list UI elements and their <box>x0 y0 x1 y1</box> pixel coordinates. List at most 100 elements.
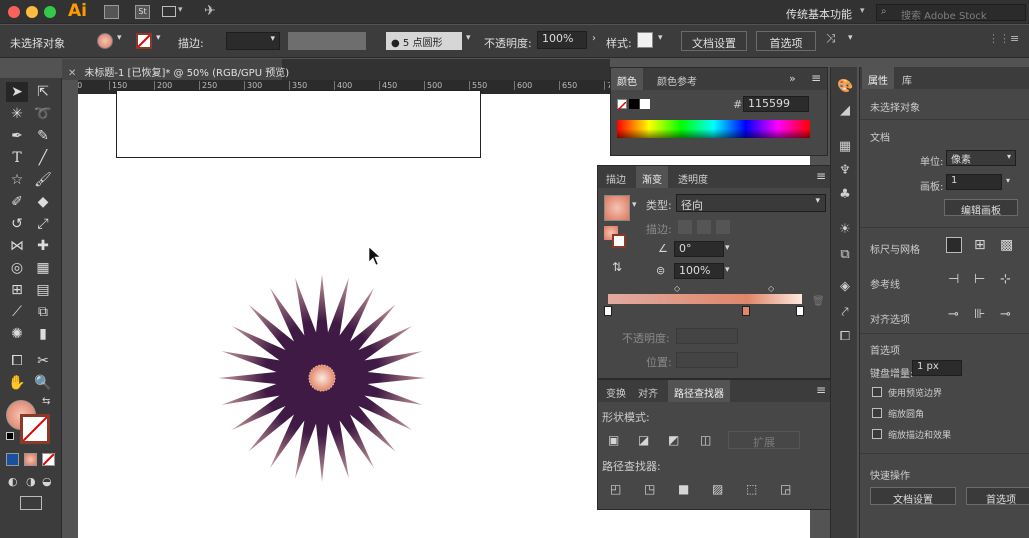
export-icon[interactable]: ⤤ <box>837 305 853 321</box>
default-fill-stroke-icon[interactable] <box>6 432 14 440</box>
gradient-stop[interactable] <box>604 306 612 316</box>
artboards-icon[interactable]: ⧠ <box>837 329 853 345</box>
swap-fill-stroke-icon[interactable]: ⇆ <box>42 396 50 407</box>
hand-tool-icon[interactable]: ✋ <box>6 373 28 393</box>
tab-transparency[interactable]: 透明度 <box>672 166 714 188</box>
show-rulers-icon[interactable] <box>946 237 962 253</box>
delete-stop-icon[interactable]: 🗑 <box>812 296 825 307</box>
scale-tool-icon[interactable]: ⤢ <box>32 214 54 234</box>
hex-input[interactable]: 115599 <box>743 96 809 112</box>
gradient-type-dropdown[interactable]: 径向 ▾ <box>676 194 826 212</box>
gradient-fill-swatch[interactable] <box>604 195 630 221</box>
artboard-tool-icon[interactable]: ⧠ <box>6 351 28 371</box>
color-guide-icon[interactable]: ◢ <box>837 103 853 119</box>
show-guides-icon[interactable]: ⊣ <box>948 272 959 287</box>
document-info-icon[interactable]: ⧉ <box>837 247 853 263</box>
symbols-icon[interactable]: ♣ <box>837 187 853 203</box>
chevron-down-icon[interactable]: ▾ <box>156 33 161 43</box>
none-mode-icon[interactable] <box>42 453 55 466</box>
brush-definition-dropdown[interactable]: ● 5 点圆形 <box>386 32 462 50</box>
tab-color[interactable]: 颜色 <box>611 68 643 90</box>
stroke-sun-icon[interactable]: ☀ <box>837 222 853 238</box>
bridge-icon[interactable] <box>104 5 119 19</box>
snap-glyph-icon[interactable]: ⊸ <box>1000 307 1011 322</box>
show-grid-icon[interactable]: ⊞ <box>974 237 986 253</box>
stock-icon[interactable]: St <box>135 5 150 19</box>
shape-builder-tool-icon[interactable]: ◎ <box>6 258 28 278</box>
line-segment-tool-icon[interactable]: ╱ <box>32 148 54 168</box>
stroke-color-swatch[interactable] <box>136 33 152 49</box>
snap-point-icon[interactable]: ⊸ <box>948 307 959 322</box>
artboard-field[interactable]: 1 <box>946 174 1002 190</box>
draw-behind-icon[interactable]: ◑ <box>26 475 36 488</box>
black-swatch[interactable] <box>629 99 639 109</box>
zoom-window-button[interactable] <box>44 6 56 18</box>
tab-pathfinder[interactable]: 路径查找器 <box>668 380 730 402</box>
brushes-icon[interactable]: ♆ <box>837 163 853 179</box>
scale-strokes-checkbox[interactable] <box>872 429 882 439</box>
minus-back-icon[interactable]: ◲ <box>780 482 791 496</box>
crop-icon[interactable]: ▨ <box>712 482 723 496</box>
smart-guides-icon[interactable]: ⊹ <box>1000 272 1011 287</box>
column-graph-tool-icon[interactable]: ▮ <box>32 324 54 344</box>
stroke-weight-field[interactable]: ▾ <box>226 32 280 50</box>
adobe-stock-search[interactable]: ⌕ 搜索 Adobe Stock <box>876 4 1026 22</box>
stroke-across-icon[interactable] <box>716 220 730 234</box>
slice-tool-icon[interactable]: ✂ <box>32 351 54 371</box>
shaper-tool-icon[interactable]: ✐ <box>6 192 28 212</box>
swatches-icon[interactable]: ▦ <box>837 139 853 155</box>
radial-starburst[interactable] <box>216 272 428 484</box>
chevron-down-icon[interactable]: ▾ <box>466 33 471 43</box>
stroke-mini-swatch[interactable] <box>612 234 626 248</box>
document-setup-button[interactable]: 文档设置 <box>681 31 747 51</box>
chevron-down-icon[interactable]: ▾ <box>1006 176 1010 185</box>
selection-tool-icon[interactable]: ➤ <box>6 82 28 102</box>
appearance-icon[interactable]: 🎨 <box>837 79 853 95</box>
panel-menu-icon[interactable]: ≡ <box>811 71 821 85</box>
panel-expand-icon[interactable]: » <box>789 72 796 85</box>
midpoint-marker-icon[interactable]: ◇ <box>674 284 680 293</box>
tab-properties[interactable]: 属性 <box>862 67 894 89</box>
tab-stroke[interactable]: 描边 <box>600 166 632 188</box>
reverse-gradient-icon[interactable]: ⇅ <box>612 260 622 274</box>
width-tool-icon[interactable]: ⋈ <box>6 236 28 256</box>
rotate-tool-icon[interactable]: ↺ <box>6 214 28 234</box>
chevron-down-icon[interactable]: ▾ <box>632 200 637 210</box>
aspect-ratio-field[interactable]: 100% <box>674 263 724 279</box>
chevron-down-icon[interactable]: ▾ <box>117 33 122 43</box>
lasso-tool-icon[interactable]: ➰ <box>32 104 54 124</box>
stroke-along-icon[interactable] <box>697 220 711 234</box>
transparency-grid-icon[interactable]: ▩ <box>1000 237 1013 253</box>
screen-mode-icon[interactable] <box>20 496 42 510</box>
panel-menu-icon[interactable]: ≡ <box>1010 32 1019 45</box>
opacity-field[interactable]: 100% <box>537 31 587 49</box>
quick-doc-setup-button[interactable]: 文档设置 <box>870 487 956 506</box>
variable-width-profile[interactable] <box>288 32 366 50</box>
tab-color-guide[interactable]: 颜色参考 <box>651 68 703 90</box>
paintbrush-tool-icon[interactable]: 🖌 <box>32 170 54 190</box>
intersect-icon[interactable]: ◩ <box>668 433 679 447</box>
gradient-stop[interactable] <box>796 306 804 316</box>
angle-field[interactable]: 0° <box>674 241 724 257</box>
edit-artboard-button[interactable]: 编辑画板 <box>944 199 1018 217</box>
merge-icon[interactable]: ■ <box>678 482 689 496</box>
tab-libraries[interactable]: 库 <box>896 67 918 89</box>
panel-menu-icon[interactable]: ≡ <box>816 383 826 397</box>
color-spectrum[interactable] <box>617 120 810 138</box>
color-mode-icon[interactable] <box>6 453 19 466</box>
gpu-performance-icon[interactable]: ✈ <box>204 3 216 19</box>
gradient-stop[interactable] <box>742 306 750 316</box>
document-tab[interactable]: ✕ 未标题-1 [已恢复]* @ 50% (RGB/GPU 预览) <box>62 59 289 80</box>
puppet-warp-tool-icon[interactable]: ✚ <box>32 236 54 256</box>
trim-icon[interactable]: ◳ <box>644 482 655 496</box>
stroke-swatch[interactable] <box>20 414 50 444</box>
draw-inside-icon[interactable]: ◒ <box>42 475 52 488</box>
rectangle-shape[interactable] <box>116 90 481 158</box>
white-swatch[interactable] <box>640 99 650 109</box>
gradient-slider[interactable] <box>608 294 802 304</box>
unite-icon[interactable]: ▣ <box>608 433 619 447</box>
keyboard-increment-field[interactable]: 1 px <box>912 360 962 376</box>
outline-icon[interactable]: ⬚ <box>746 482 757 496</box>
mesh-tool-icon[interactable]: ⊞ <box>6 280 28 300</box>
preferences-button[interactable]: 首选项 <box>756 31 816 51</box>
